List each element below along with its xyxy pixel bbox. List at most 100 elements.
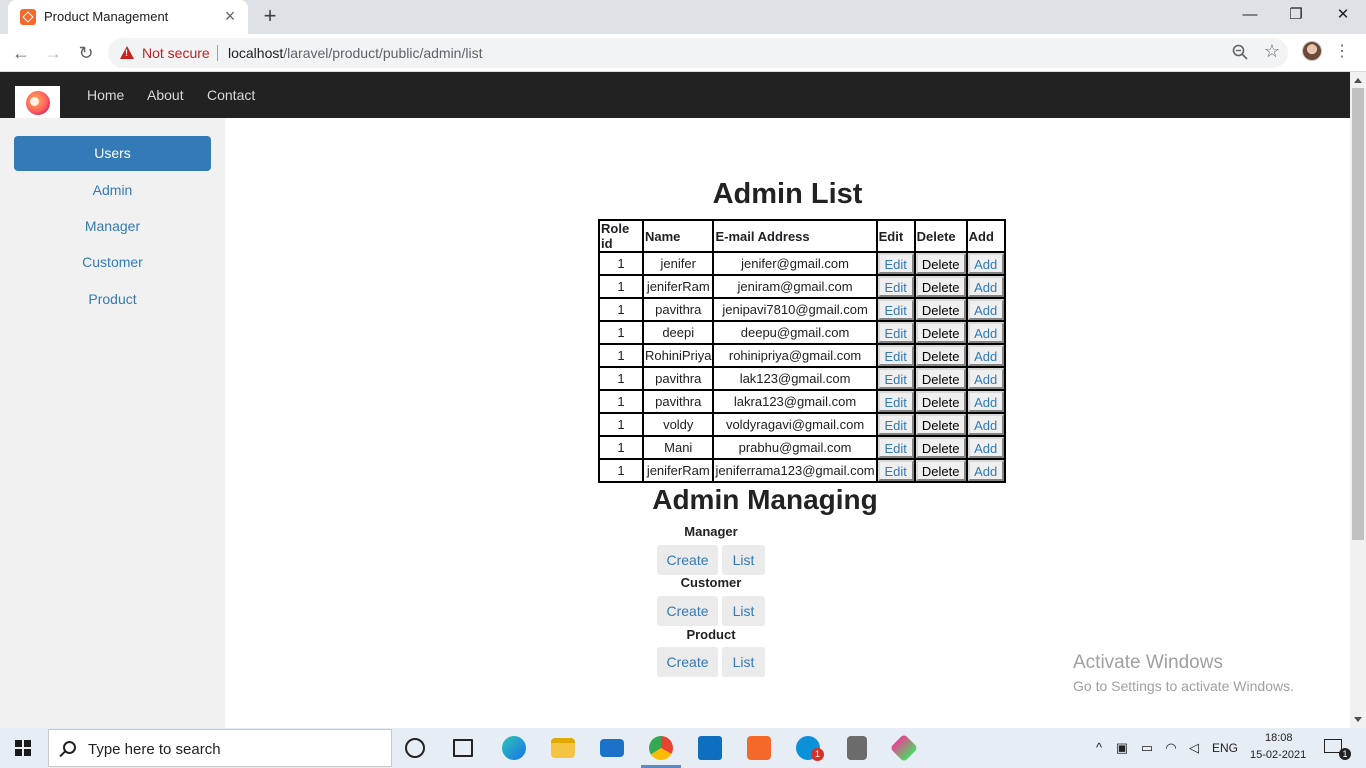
xampp-icon[interactable]: [747, 736, 771, 760]
edit-button[interactable]: Edit: [877, 299, 914, 320]
forward-button[interactable]: →: [40, 40, 66, 66]
delete-cell: Delete: [914, 344, 967, 367]
delete-button[interactable]: Delete: [915, 414, 966, 435]
bookmark-star-icon[interactable]: ☆: [1264, 41, 1280, 62]
back-button[interactable]: ←: [8, 40, 34, 66]
add-button[interactable]: Add: [967, 414, 1004, 435]
browser-menu-icon[interactable]: ⋮: [1334, 41, 1350, 63]
add-button[interactable]: Add: [967, 368, 1004, 389]
close-window-button[interactable]: ✕: [1320, 0, 1366, 32]
reload-button[interactable]: ↻: [73, 40, 99, 66]
delete-button[interactable]: Delete: [915, 460, 966, 481]
edit-button[interactable]: Edit: [877, 276, 914, 297]
customer-list-button[interactable]: List: [722, 596, 765, 626]
security-indicator[interactable]: Not secure: [142, 45, 210, 61]
clock-time[interactable]: 18:08: [1265, 732, 1293, 744]
scroll-down-arrow-icon[interactable]: [1354, 717, 1362, 722]
sidebar-item-admin[interactable]: Admin: [14, 173, 211, 208]
role-id-cell: 1: [599, 298, 643, 321]
scroll-up-arrow-icon[interactable]: [1354, 78, 1362, 83]
add-button[interactable]: Add: [967, 276, 1004, 297]
add-cell: Add: [966, 413, 1005, 436]
edit-button[interactable]: Edit: [877, 345, 914, 366]
url-text[interactable]: localhost/laravel/product/public/admin/l…: [228, 45, 482, 61]
scroll-thumb[interactable]: [1352, 88, 1364, 540]
cortana-icon[interactable]: [405, 738, 425, 758]
customer-create-button[interactable]: Create: [657, 596, 718, 626]
clock-date[interactable]: 15-02-2021: [1250, 749, 1306, 761]
nav-home-link[interactable]: Home: [87, 87, 124, 103]
edit-button[interactable]: Edit: [877, 437, 914, 458]
add-cell: Add: [966, 344, 1005, 367]
sidebar-item-customer[interactable]: Customer: [14, 245, 211, 280]
add-button[interactable]: Add: [967, 299, 1004, 320]
tray-chevron-icon[interactable]: ^: [1091, 740, 1107, 756]
sidebar-item-users[interactable]: Users: [14, 136, 211, 171]
delete-button[interactable]: Delete: [915, 322, 966, 343]
edit-button[interactable]: Edit: [877, 253, 914, 274]
table-row: 1 RohiniPriya rohinipriya@gmail.com Edit Del…: [599, 344, 1005, 367]
task-view-icon[interactable]: [453, 739, 473, 757]
windows-start-icon[interactable]: [15, 740, 32, 757]
add-button[interactable]: Add: [967, 345, 1004, 366]
managing-title: Admin Managing: [652, 484, 878, 515]
add-button[interactable]: Add: [967, 253, 1004, 274]
edit-button[interactable]: Edit: [877, 414, 914, 435]
add-button[interactable]: Add: [967, 322, 1004, 343]
minimize-button[interactable]: —: [1227, 0, 1273, 32]
edit-button[interactable]: Edit: [877, 391, 914, 412]
taskbar-search-box[interactable]: Type here to search: [48, 729, 392, 767]
vscode-icon[interactable]: [698, 736, 722, 760]
file-explorer-icon[interactable]: [551, 738, 575, 758]
manager-list-button[interactable]: List: [722, 545, 765, 575]
site-logo[interactable]: [15, 86, 60, 118]
restore-button[interactable]: ❐: [1273, 0, 1319, 32]
tray-device-icon[interactable]: ▣: [1114, 740, 1130, 756]
calculator-icon[interactable]: [847, 736, 867, 760]
watermark-title: Activate Windows: [1073, 652, 1223, 673]
chrome-icon[interactable]: [649, 736, 673, 760]
wifi-icon[interactable]: ◠: [1163, 740, 1179, 756]
close-tab-icon[interactable]: ×: [220, 6, 240, 26]
nav-contact-link[interactable]: Contact: [207, 87, 255, 103]
omnibox-divider: [217, 45, 218, 61]
name-cell: RohiniPriya: [643, 344, 714, 367]
site-navbar: Home About Contact: [0, 72, 1350, 118]
delete-button[interactable]: Delete: [915, 299, 966, 320]
url-host: localhost: [228, 45, 284, 61]
git-icon[interactable]: [889, 733, 919, 763]
browser-tab[interactable]: Product Management ×: [8, 0, 248, 34]
edit-button[interactable]: Edit: [877, 460, 914, 481]
delete-button[interactable]: Delete: [915, 253, 966, 274]
product-create-button[interactable]: Create: [657, 647, 718, 677]
manager-create-button[interactable]: Create: [657, 545, 718, 575]
address-bar[interactable]: Not secure localhost/laravel/product/pub…: [108, 38, 1288, 68]
product-list-button[interactable]: List: [722, 647, 765, 677]
add-button[interactable]: Add: [967, 437, 1004, 458]
column-header-email: E-mail Address: [713, 220, 877, 252]
volume-muted-icon[interactable]: ◁: [1186, 740, 1202, 756]
delete-button[interactable]: Delete: [915, 437, 966, 458]
battery-icon[interactable]: ▭: [1139, 740, 1155, 756]
edge-icon[interactable]: [502, 736, 526, 760]
new-tab-button[interactable]: +: [258, 5, 282, 29]
column-header-delete: Delete: [914, 220, 967, 252]
sidebar-item-product[interactable]: Product: [14, 282, 211, 317]
add-button[interactable]: Add: [967, 391, 1004, 412]
zoom-out-icon[interactable]: [1232, 44, 1248, 60]
mail-icon[interactable]: [600, 739, 624, 757]
edit-cell: Edit: [876, 252, 915, 275]
edit-cell: Edit: [876, 344, 915, 367]
edit-button[interactable]: Edit: [877, 322, 914, 343]
delete-button[interactable]: Delete: [915, 368, 966, 389]
profile-avatar[interactable]: [1302, 41, 1322, 61]
delete-button[interactable]: Delete: [915, 345, 966, 366]
language-indicator[interactable]: ENG: [1212, 741, 1238, 755]
delete-button[interactable]: Delete: [915, 391, 966, 412]
delete-button[interactable]: Delete: [915, 276, 966, 297]
page-scrollbar[interactable]: [1350, 72, 1366, 728]
add-button[interactable]: Add: [967, 460, 1004, 481]
sidebar-item-manager[interactable]: Manager: [14, 209, 211, 244]
nav-about-link[interactable]: About: [147, 87, 184, 103]
edit-button[interactable]: Edit: [877, 368, 914, 389]
